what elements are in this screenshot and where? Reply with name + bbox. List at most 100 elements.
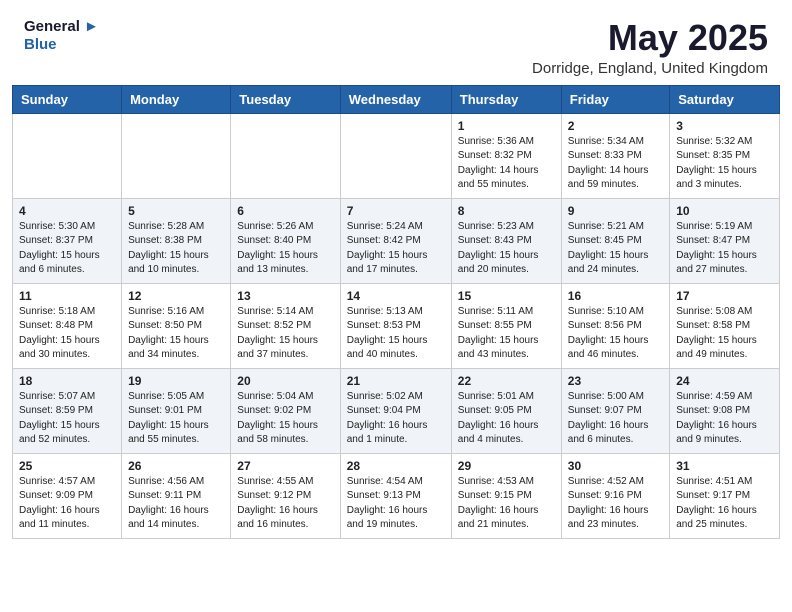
header-wednesday: Wednesday	[340, 85, 451, 113]
day-number: 15	[458, 289, 555, 303]
table-row: 17Sunrise: 5:08 AM Sunset: 8:58 PM Dayli…	[670, 283, 780, 368]
cell-content: Sunrise: 5:28 AM Sunset: 8:38 PM Dayligh…	[128, 220, 224, 278]
calendar-table: Sunday Monday Tuesday Wednesday Thursday…	[12, 85, 780, 539]
header-thursday: Thursday	[451, 85, 561, 113]
table-row: 7 Sunrise: 5:24 AM Sunset: 8:42 PM Daylig…	[340, 198, 451, 283]
cell-content: Sunrise: 5:04 AM Sunset: 9:02 PM Dayligh…	[237, 390, 333, 448]
table-row: 28Sunrise: 4:54 AM Sunset: 9:13 PM Dayli…	[340, 453, 451, 538]
cell-content: Sunrise: 5:10 AM Sunset: 8:56 PM Dayligh…	[568, 305, 663, 363]
day-number: 26	[128, 459, 224, 473]
table-row: 18Sunrise: 5:07 AM Sunset: 8:59 PM Dayli…	[13, 368, 122, 453]
day-number: 14	[347, 289, 445, 303]
day-number: 20	[237, 374, 333, 388]
cell-content: Sunrise: 5:24 AM Sunset: 8:42 PM Dayligh…	[347, 220, 445, 278]
cell-content: Sunrise: 5:08 AM Sunset: 8:58 PM Dayligh…	[676, 305, 773, 363]
table-row	[122, 113, 231, 198]
table-row: 12 Sunrise: 5:16 AM Sunset: 8:50 PM Dayli…	[122, 283, 231, 368]
table-row: 15 Sunrise: 5:11 AM Sunset: 8:55 PM Dayli…	[451, 283, 561, 368]
month-year: May 2025	[532, 18, 768, 58]
table-row: 24Sunrise: 4:59 AM Sunset: 9:08 PM Dayli…	[670, 368, 780, 453]
cell-content: Sunrise: 5:01 AM Sunset: 9:05 PM Dayligh…	[458, 390, 555, 448]
cell-content: Sunrise: 5:13 AM Sunset: 8:53 PM Dayligh…	[347, 305, 445, 363]
calendar-week-row: 25Sunrise: 4:57 AM Sunset: 9:09 PM Dayli…	[13, 453, 780, 538]
day-number: 7	[347, 204, 445, 218]
day-number: 19	[128, 374, 224, 388]
cell-content: Sunrise: 5:26 AM Sunset: 8:40 PM Dayligh…	[237, 220, 333, 278]
day-number: 13	[237, 289, 333, 303]
day-number: 22	[458, 374, 555, 388]
calendar-week-row: 1 Sunrise: 5:36 AM Sunset: 8:32 PM Daylig…	[13, 113, 780, 198]
title-block: May 2025 Dorridge, England, United Kingd…	[532, 18, 768, 77]
location: Dorridge, England, United Kingdom	[532, 60, 768, 77]
day-number: 2	[568, 119, 663, 133]
cell-content: Sunrise: 4:53 AM Sunset: 9:15 PM Dayligh…	[458, 475, 555, 533]
cell-content: Sunrise: 4:59 AM Sunset: 9:08 PM Dayligh…	[676, 390, 773, 448]
cell-content: Sunrise: 5:14 AM Sunset: 8:52 PM Dayligh…	[237, 305, 333, 363]
day-number: 5	[128, 204, 224, 218]
cell-content: Sunrise: 5:32 AM Sunset: 8:35 PM Dayligh…	[676, 135, 773, 193]
table-row: 16 Sunrise: 5:10 AM Sunset: 8:56 PM Dayli…	[561, 283, 669, 368]
day-number: 1	[458, 119, 555, 133]
table-row: 9 Sunrise: 5:21 AM Sunset: 8:45 PM Daylig…	[561, 198, 669, 283]
table-row: 13 Sunrise: 5:14 AM Sunset: 8:52 PM Dayli…	[231, 283, 340, 368]
day-number: 11	[19, 289, 115, 303]
table-row: 31 Sunrise: 4:51 AM Sunset: 9:17 PM Dayli…	[670, 453, 780, 538]
table-row: 20 Sunrise: 5:04 AM Sunset: 9:02 PM Dayli…	[231, 368, 340, 453]
day-number: 3	[676, 119, 773, 133]
logo: General ► Blue	[24, 18, 99, 54]
table-row: 5 Sunrise: 5:28 AM Sunset: 8:38 PM Daylig…	[122, 198, 231, 283]
table-row: 21 Sunrise: 5:02 AM Sunset: 9:04 PM Dayli…	[340, 368, 451, 453]
header-monday: Monday	[122, 85, 231, 113]
calendar-week-row: 4 Sunrise: 5:30 AM Sunset: 8:37 PM Daylig…	[13, 198, 780, 283]
cell-content: Sunrise: 4:56 AM Sunset: 9:11 PM Dayligh…	[128, 475, 224, 533]
cell-content: Sunrise: 5:11 AM Sunset: 8:55 PM Dayligh…	[458, 305, 555, 363]
cell-content: Sunrise: 4:51 AM Sunset: 9:17 PM Dayligh…	[676, 475, 773, 533]
table-row: 6 Sunrise: 5:26 AM Sunset: 8:40 PM Daylig…	[231, 198, 340, 283]
header-sunday: Sunday	[13, 85, 122, 113]
cell-content: Sunrise: 5:21 AM Sunset: 8:45 PM Dayligh…	[568, 220, 663, 278]
header-friday: Friday	[561, 85, 669, 113]
cell-content: Sunrise: 4:55 AM Sunset: 9:12 PM Dayligh…	[237, 475, 333, 533]
table-row: 22 Sunrise: 5:01 AM Sunset: 9:05 PM Dayli…	[451, 368, 561, 453]
table-row: 2Sunrise: 5:34 AM Sunset: 8:33 PM Daylig…	[561, 113, 669, 198]
table-row	[13, 113, 122, 198]
table-row: 30 Sunrise: 4:52 AM Sunset: 9:16 PM Dayli…	[561, 453, 669, 538]
day-number: 31	[676, 459, 773, 473]
cell-content: Sunrise: 5:18 AM Sunset: 8:48 PM Dayligh…	[19, 305, 115, 363]
cell-content: Sunrise: 5:19 AM Sunset: 8:47 PM Dayligh…	[676, 220, 773, 278]
table-row: 23Sunrise: 5:00 AM Sunset: 9:07 PM Dayli…	[561, 368, 669, 453]
cell-content: Sunrise: 5:36 AM Sunset: 8:32 PM Dayligh…	[458, 135, 555, 193]
cell-content: Sunrise: 5:16 AM Sunset: 8:50 PM Dayligh…	[128, 305, 224, 363]
calendar-body: 1 Sunrise: 5:36 AM Sunset: 8:32 PM Daylig…	[13, 113, 780, 538]
day-number: 25	[19, 459, 115, 473]
table-row	[231, 113, 340, 198]
day-number: 16	[568, 289, 663, 303]
header-saturday: Saturday	[670, 85, 780, 113]
table-row: 27 Sunrise: 4:55 AM Sunset: 9:12 PM Dayli…	[231, 453, 340, 538]
calendar-wrap: Sunday Monday Tuesday Wednesday Thursday…	[0, 85, 792, 551]
day-number: 12	[128, 289, 224, 303]
day-number: 29	[458, 459, 555, 473]
day-number: 18	[19, 374, 115, 388]
day-number: 9	[568, 204, 663, 218]
table-row: 25Sunrise: 4:57 AM Sunset: 9:09 PM Dayli…	[13, 453, 122, 538]
day-number: 6	[237, 204, 333, 218]
table-row: 4 Sunrise: 5:30 AM Sunset: 8:37 PM Daylig…	[13, 198, 122, 283]
table-row: 8Sunrise: 5:23 AM Sunset: 8:43 PM Daylig…	[451, 198, 561, 283]
table-row: 11 Sunrise: 5:18 AM Sunset: 8:48 PM Dayli…	[13, 283, 122, 368]
cell-content: Sunrise: 5:05 AM Sunset: 9:01 PM Dayligh…	[128, 390, 224, 448]
table-row: 29 Sunrise: 4:53 AM Sunset: 9:15 PM Dayli…	[451, 453, 561, 538]
day-number: 4	[19, 204, 115, 218]
cell-content: Sunrise: 5:02 AM Sunset: 9:04 PM Dayligh…	[347, 390, 445, 448]
table-row: 1 Sunrise: 5:36 AM Sunset: 8:32 PM Daylig…	[451, 113, 561, 198]
table-row: 3 Sunrise: 5:32 AM Sunset: 8:35 PM Daylig…	[670, 113, 780, 198]
weekday-header-row: Sunday Monday Tuesday Wednesday Thursday…	[13, 85, 780, 113]
cell-content: Sunrise: 5:30 AM Sunset: 8:37 PM Dayligh…	[19, 220, 115, 278]
cell-content: Sunrise: 4:52 AM Sunset: 9:16 PM Dayligh…	[568, 475, 663, 533]
day-number: 21	[347, 374, 445, 388]
table-row: 26 Sunrise: 4:56 AM Sunset: 9:11 PM Dayli…	[122, 453, 231, 538]
header: General ► Blue May 2025 Dorridge, Englan…	[0, 0, 792, 85]
day-number: 27	[237, 459, 333, 473]
day-number: 30	[568, 459, 663, 473]
cell-content: Sunrise: 5:23 AM Sunset: 8:43 PM Dayligh…	[458, 220, 555, 278]
